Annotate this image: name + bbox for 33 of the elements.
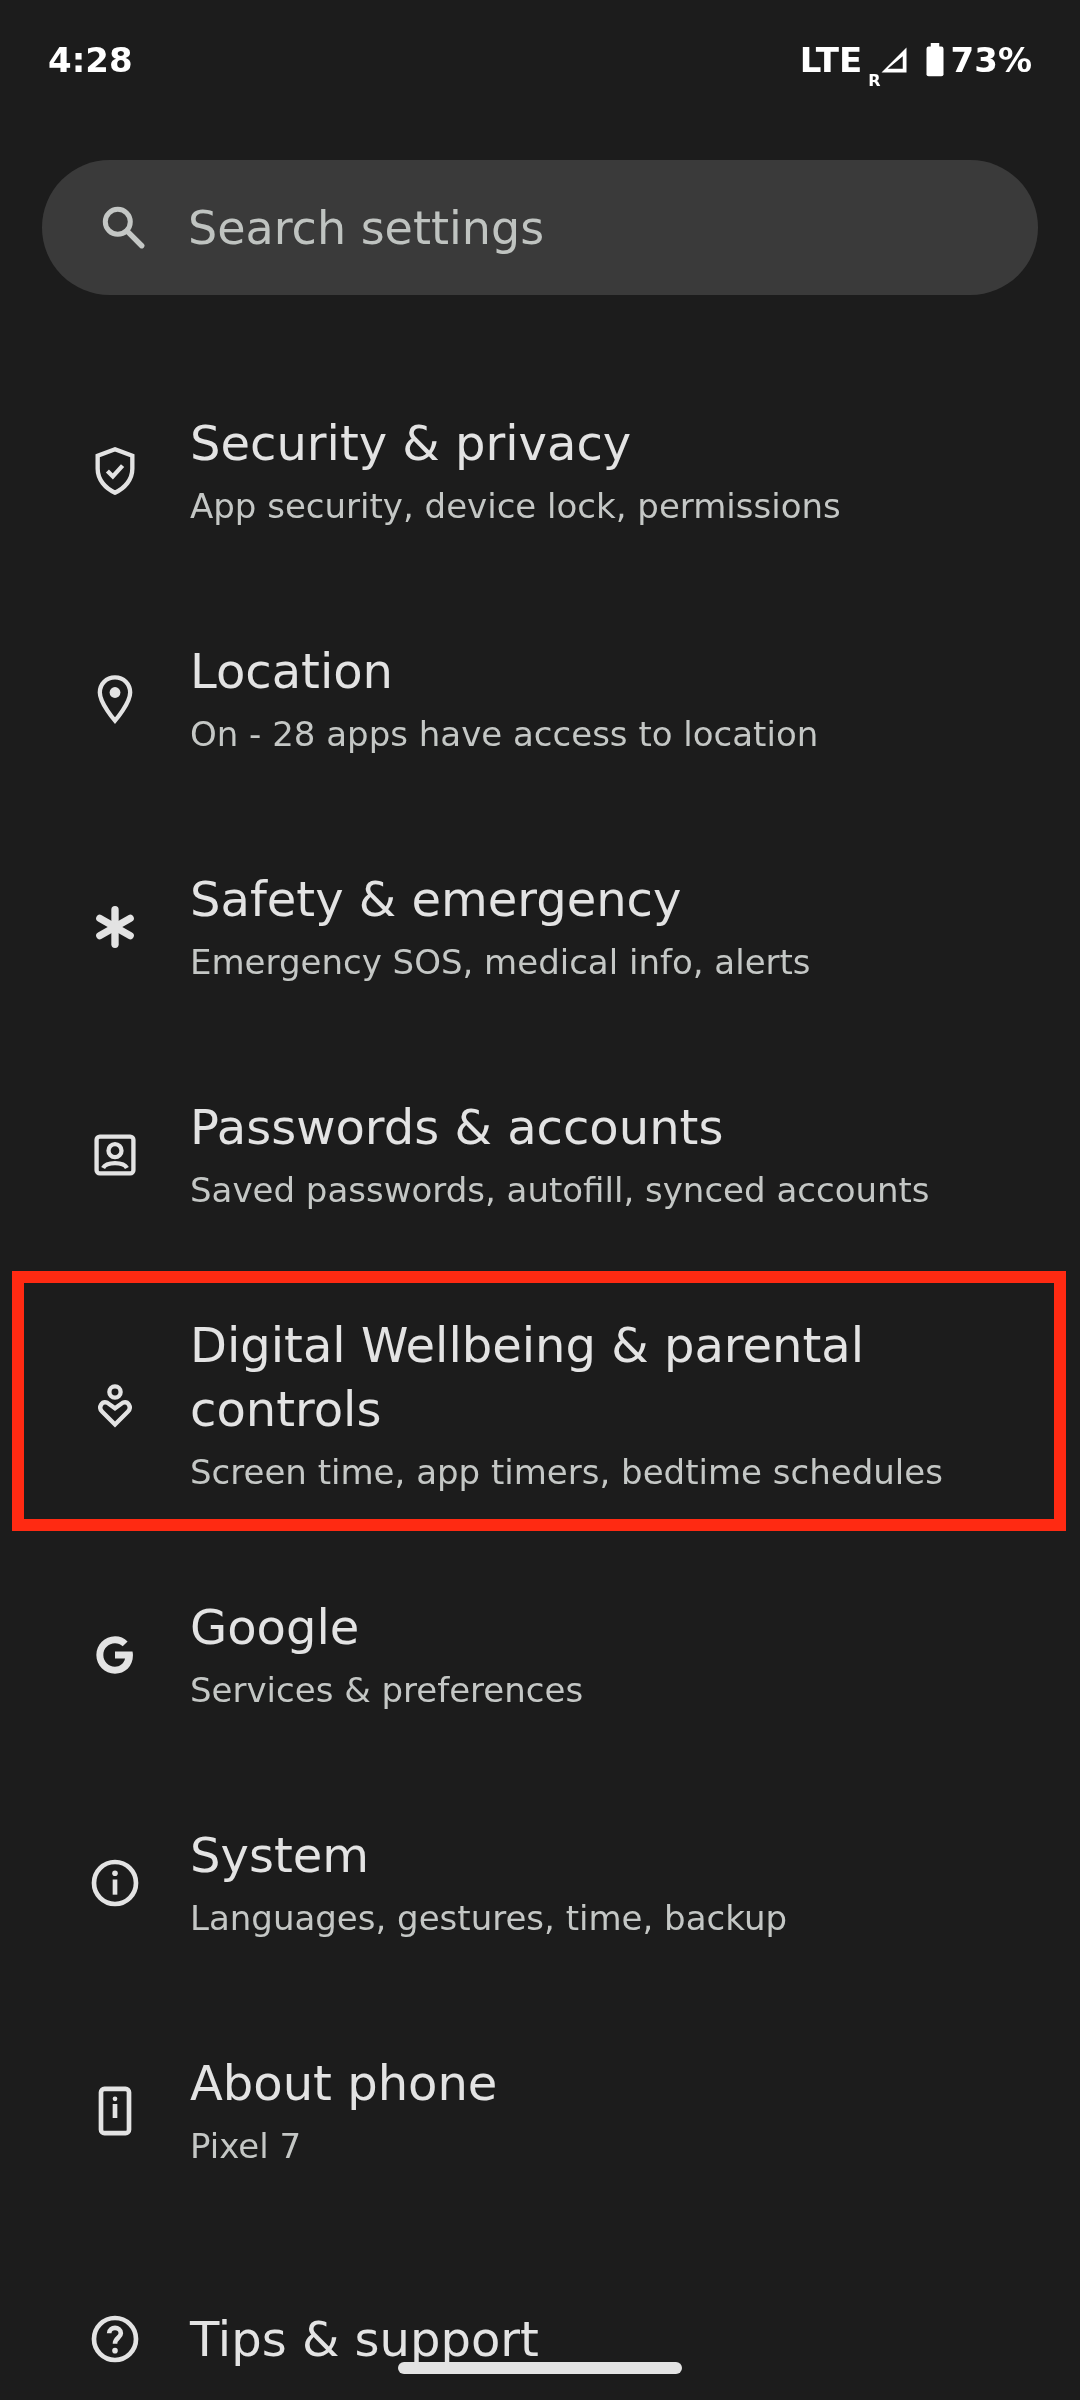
battery-icon (924, 43, 945, 77)
item-title: Passwords & accounts (190, 1098, 725, 1157)
item-subtitle: Languages, gestures, time, backup (190, 1897, 787, 1940)
item-title: System (190, 1826, 370, 1885)
gesture-bar[interactable] (398, 2362, 682, 2374)
item-subtitle: Services & preferences (190, 1669, 584, 1712)
item-title: Security & privacy (190, 414, 633, 473)
settings-item[interactable]: Digital Wellbeing & parental controls Screen time, app timers, bedtime schedules (0, 1269, 1080, 1541)
roaming-indicator: R (868, 70, 881, 90)
item-title: Safety & emergency (190, 870, 683, 929)
item-subtitle: On - 28 apps have access to location (190, 713, 819, 756)
status-time: 4:28 (48, 40, 133, 80)
settings-item[interactable]: Tips & support (0, 2225, 1080, 2400)
search-field[interactable]: Search settings (42, 160, 1038, 295)
network-type: LTE (799, 40, 863, 80)
settings-item[interactable]: Passwords & accounts Saved passwords, autofill, synced accounts (0, 1041, 1080, 1269)
item-title: Digital Wellbeing & parental controls (190, 1316, 866, 1439)
item-title: Tips & support (190, 2310, 539, 2369)
settings-item[interactable]: Security & privacy App security, device lock, permissions (0, 357, 1080, 585)
settings-item[interactable]: Safety & emergency Emergency SOS, medical info, alerts (0, 813, 1080, 1041)
settings-item[interactable]: Location On - 28 apps have access to location (0, 585, 1080, 813)
settings-item[interactable]: System Languages, gestures, time, backup (0, 1769, 1080, 1997)
item-subtitle: Screen time, app timers, bedtime schedules (190, 1451, 944, 1494)
item-title: Location (190, 642, 394, 701)
battery-percentage: 73% (950, 40, 1032, 80)
item-subtitle: Emergency SOS, medical info, alerts (190, 941, 811, 984)
item-title: Google (190, 1598, 361, 1657)
item-subtitle: Pixel 7 (190, 2125, 303, 2168)
item-title: About phone (190, 2054, 498, 2113)
settings-item[interactable]: About phone Pixel 7 (0, 1997, 1080, 2225)
item-subtitle: App security, device lock, permissions (190, 485, 841, 528)
settings-item[interactable]: Google Services & preferences (0, 1541, 1080, 1769)
item-subtitle: Saved passwords, autofill, synced accounts (190, 1169, 930, 1212)
